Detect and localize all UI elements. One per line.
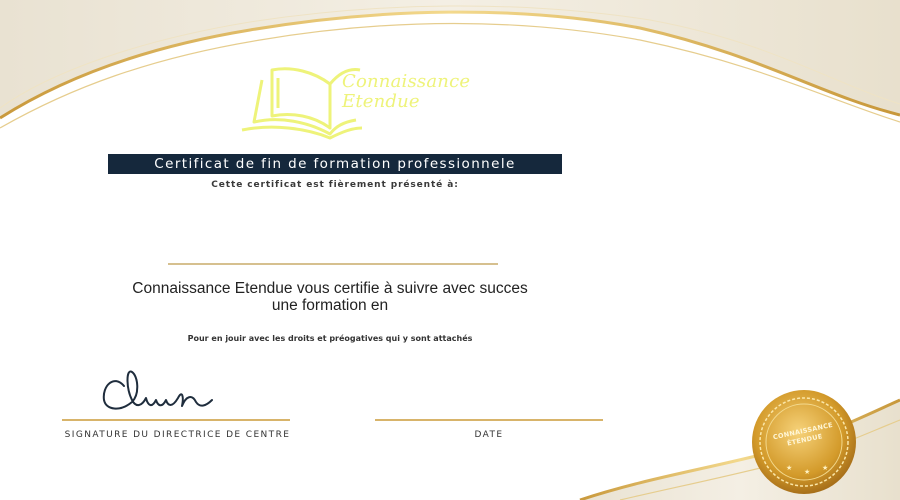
signature-line — [62, 419, 290, 421]
certify-statement: Connaissance Etendue vous certifie à sui… — [60, 280, 600, 314]
presented-to-text: Cette certificat est fièrement présenté … — [211, 180, 459, 190]
date-line — [375, 419, 603, 421]
rights-text: Pour en jouir avec les droits et préogat… — [187, 334, 473, 343]
date-label: DATE — [474, 430, 504, 440]
logo-line-1: Connaissance — [342, 71, 471, 92]
handwritten-signature — [102, 370, 213, 410]
certify-line-1: Connaissance Etendue vous certifie à sui… — [132, 280, 528, 297]
signature-label: SIGNATURE DU DIRECTRICE DE CENTRE — [64, 430, 291, 440]
svg-text:★: ★ — [804, 468, 810, 476]
svg-text:★: ★ — [786, 464, 792, 472]
certificate-title-banner: Certificat de fin de formation professio… — [108, 154, 562, 174]
recipient-name-line — [168, 263, 498, 265]
certify-line-2: une formation en — [271, 297, 389, 314]
logo-line-2: Etendue — [342, 91, 420, 112]
logo-wordmark: Connaissance Etendue — [342, 72, 470, 112]
svg-text:★: ★ — [822, 464, 828, 472]
certificate-page: ★ ★ ★ Connaissance Etendue Certificat de… — [0, 0, 900, 500]
